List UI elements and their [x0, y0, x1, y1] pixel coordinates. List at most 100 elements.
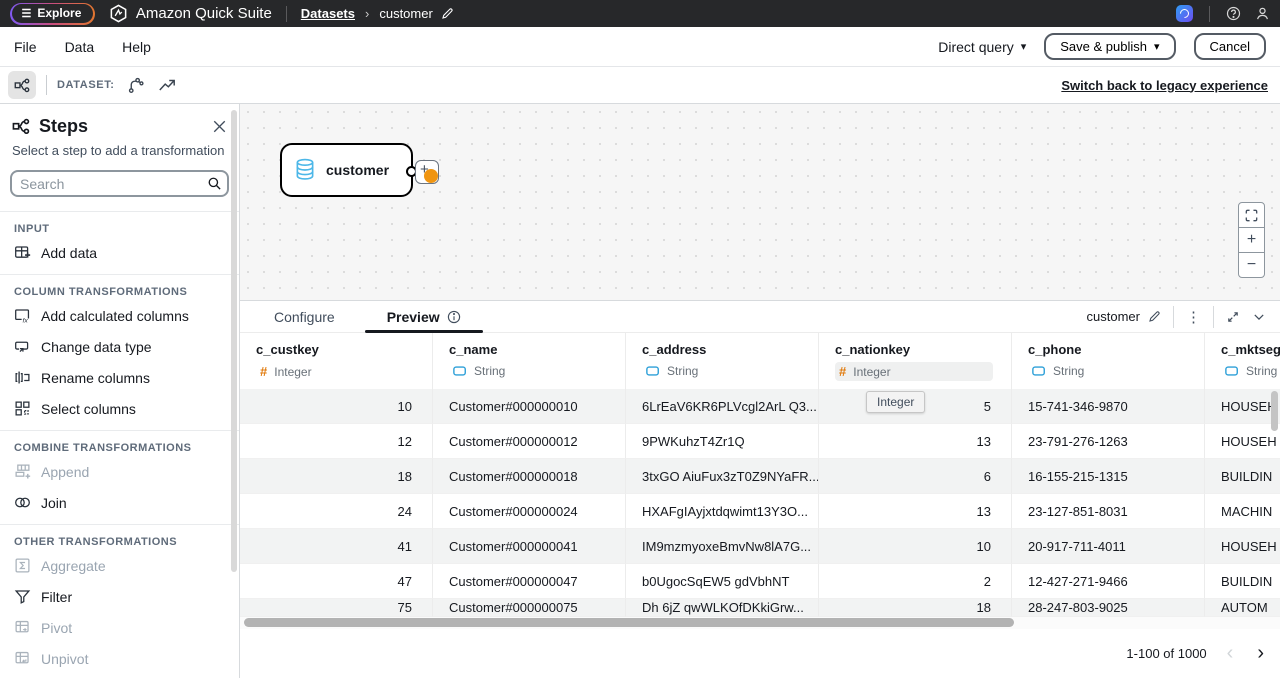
plus-icon: +: [1247, 231, 1256, 249]
cell: 10: [240, 389, 433, 424]
cell: HOUSEH: [1205, 389, 1280, 424]
join-icon: [14, 494, 31, 511]
table-horizontal-scrollbar-track: [240, 617, 1280, 629]
table-vertical-scrollbar[interactable]: [1271, 391, 1278, 431]
integer-type-icon: #: [260, 364, 267, 379]
table-row: 18 Customer#000000018 3txGO AiuFux3zT0Z9…: [240, 459, 1280, 494]
column-header-c-custkey[interactable]: c_custkey #Integer: [240, 333, 433, 389]
cell: Customer#000000047: [433, 564, 626, 599]
close-icon[interactable]: [212, 119, 227, 134]
steps-sidebar: Steps Select a step to add a transformat…: [0, 104, 240, 678]
add-step-button[interactable]: +: [415, 160, 439, 184]
cancel-button[interactable]: Cancel: [1194, 33, 1266, 60]
string-type-icon: [1032, 366, 1046, 376]
cell: Customer#000000012: [433, 424, 626, 459]
sidebar-item-label: Add calculated columns: [41, 308, 189, 324]
expand-panel-icon[interactable]: [1226, 310, 1240, 324]
dataset-toolbar: DATASET: Switch back to legacy experienc…: [0, 67, 1280, 104]
schema-branch-icon[interactable]: [127, 77, 144, 94]
cell: 12: [240, 424, 433, 459]
search-icon: [207, 176, 222, 191]
more-options-kebab-icon[interactable]: ⋮: [1186, 308, 1201, 326]
pagination-bar: 1-100 of 1000 ‹ ›: [240, 629, 1280, 678]
tab-preview[interactable]: Preview: [361, 301, 487, 332]
switch-legacy-link[interactable]: Switch back to legacy experience: [1061, 78, 1268, 93]
sidebar-item-add-data[interactable]: Add data: [0, 237, 239, 268]
steps-search-box[interactable]: [10, 170, 229, 197]
sidebar-item-label: Select columns: [41, 401, 136, 417]
edit-table-name-pencil-icon[interactable]: [1148, 310, 1161, 323]
column-header-c-name[interactable]: c_name String: [433, 333, 626, 389]
cell: 16-155-215-1315: [1012, 459, 1205, 494]
zoom-out-button[interactable]: −: [1238, 252, 1265, 278]
explore-label: Explore: [37, 6, 81, 20]
menu-bar: File Data Help Direct query ▾ Save & pub…: [0, 27, 1280, 67]
menu-file[interactable]: File: [14, 39, 37, 55]
breadcrumb-datasets-link[interactable]: Datasets: [301, 6, 355, 21]
sidebar-item-label: Filter: [41, 589, 72, 605]
flow-canvas[interactable]: customer + + −: [240, 104, 1280, 300]
cell: MACHIN: [1205, 494, 1280, 529]
cell: 6: [819, 459, 1012, 494]
tab-configure[interactable]: Configure: [248, 301, 361, 332]
cell: Customer#000000018: [433, 459, 626, 494]
preview-table: c_custkey #Integer c_name String c_addre…: [240, 333, 1280, 617]
column-header-c-nationkey[interactable]: c_nationkey #Integer Integer: [819, 333, 1012, 389]
sidebar-scrollbar[interactable]: [231, 110, 237, 572]
cell: Customer#000000024: [433, 494, 626, 529]
help-icon[interactable]: [1226, 6, 1241, 21]
sidebar-item-change-data-type[interactable]: Change data type: [0, 331, 239, 362]
table-row: 41 Customer#000000041 IM9mzmyoxeBmvNw8lA…: [240, 529, 1280, 564]
cell: 3txGO AiuFux3zT0Z9NYaFR...: [626, 459, 819, 494]
cell: HXAFgIAyjxtdqwimt13Y3O...: [626, 494, 819, 529]
pagination-next-icon[interactable]: ›: [1253, 642, 1268, 665]
chevron-down-icon: ▾: [1021, 40, 1027, 53]
filter-funnel-icon: [14, 588, 31, 605]
sidebar-item-select-columns[interactable]: Select columns: [0, 393, 239, 424]
calculated-field-icon: fx: [14, 307, 31, 324]
preview-panel: Configure Preview customer: [240, 300, 1280, 678]
panel-tab-bar: Configure Preview customer: [240, 301, 1280, 333]
unpivot-icon: [14, 650, 31, 667]
sidebar-item-filter[interactable]: Filter: [0, 581, 239, 612]
sidebar-item-rename-columns[interactable]: Rename columns: [0, 362, 239, 393]
sidebar-item-add-calculated-columns[interactable]: fx Add calculated columns: [0, 300, 239, 331]
column-header-c-phone[interactable]: c_phone String: [1012, 333, 1205, 389]
rename-icon: [14, 369, 31, 386]
explore-button[interactable]: ☰ Explore: [10, 3, 95, 25]
string-type-icon: [1225, 366, 1239, 376]
search-input[interactable]: [20, 176, 201, 192]
sidebar-item-join[interactable]: Join: [0, 487, 239, 518]
save-publish-button[interactable]: Save & publish ▾: [1044, 33, 1175, 60]
table-horizontal-scrollbar[interactable]: [244, 618, 1014, 627]
direct-query-dropdown[interactable]: Direct query ▾: [938, 39, 1026, 55]
zoom-in-button[interactable]: +: [1238, 227, 1265, 253]
notification-badge: [424, 169, 438, 183]
cell: 47: [240, 564, 433, 599]
cell: 13: [819, 494, 1012, 529]
flow-view-toggle-button[interactable]: [8, 71, 36, 99]
table-row: 75 Customer#000000075 Dh 6jZ qwWLKOfDKki…: [240, 599, 1280, 617]
edit-name-pencil-icon[interactable]: [441, 7, 454, 20]
table-row: 24 Customer#000000024 HXAFgIAyjxtdqwimt1…: [240, 494, 1280, 529]
quick-suite-app-icon[interactable]: [1176, 5, 1193, 22]
customer-node[interactable]: customer: [280, 143, 413, 197]
column-header-c-address[interactable]: c_address String: [626, 333, 819, 389]
table-row: 12 Customer#000000012 9PWKuhzT4Zr1Q 13 2…: [240, 424, 1280, 459]
user-profile-icon[interactable]: [1255, 6, 1270, 21]
hamburger-icon: ☰: [22, 7, 32, 20]
table-row: 47 Customer#000000047 b0UgocSqEW5 gdVbhN…: [240, 564, 1280, 599]
cell: AUTOM: [1205, 599, 1280, 617]
column-header-c-mktsegment[interactable]: c_mktsegm String: [1205, 333, 1280, 389]
menu-help[interactable]: Help: [122, 39, 151, 55]
fit-view-button[interactable]: [1238, 202, 1265, 228]
cell: 12-427-271-9466: [1012, 564, 1205, 599]
pivot-icon: [14, 619, 31, 636]
string-type-icon: [453, 366, 467, 376]
trend-arrow-icon[interactable]: [158, 76, 176, 94]
database-icon: [294, 158, 316, 182]
menu-data[interactable]: Data: [65, 39, 95, 55]
topbar-divider: [286, 6, 287, 22]
cell: Dh 6jZ qwWLKOfDKkiGrw...: [626, 599, 819, 617]
collapse-panel-chevron-icon[interactable]: [1252, 310, 1266, 324]
